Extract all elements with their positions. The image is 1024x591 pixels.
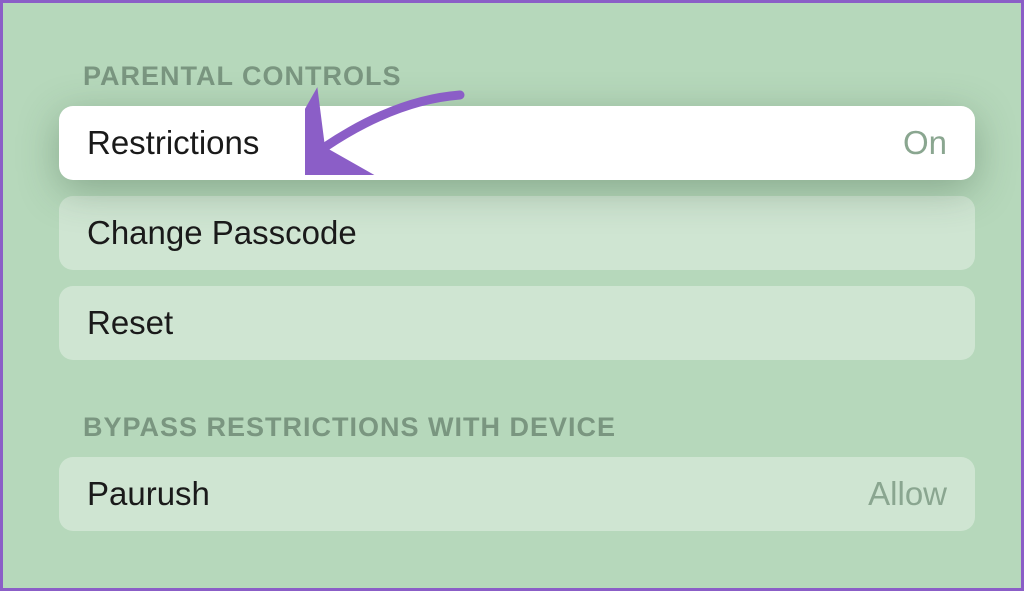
restrictions-value: On xyxy=(903,124,947,162)
section-header-parental-controls: PARENTAL CONTROLS xyxy=(83,61,975,92)
reset-label: Reset xyxy=(87,304,173,342)
restrictions-row[interactable]: Restrictions On xyxy=(59,106,975,180)
bypass-device-value: Allow xyxy=(868,475,947,513)
annotation-arrow-icon xyxy=(305,85,475,180)
bypass-device-label: Paurush xyxy=(87,475,210,513)
bypass-device-row[interactable]: Paurush Allow xyxy=(59,457,975,531)
reset-row[interactable]: Reset xyxy=(59,286,975,360)
section-header-bypass: BYPASS RESTRICTIONS WITH DEVICE xyxy=(83,412,975,443)
change-passcode-row[interactable]: Change Passcode xyxy=(59,196,975,270)
change-passcode-label: Change Passcode xyxy=(87,214,357,252)
restrictions-label: Restrictions xyxy=(87,124,259,162)
settings-container: PARENTAL CONTROLS Restrictions On Change… xyxy=(3,3,1021,531)
